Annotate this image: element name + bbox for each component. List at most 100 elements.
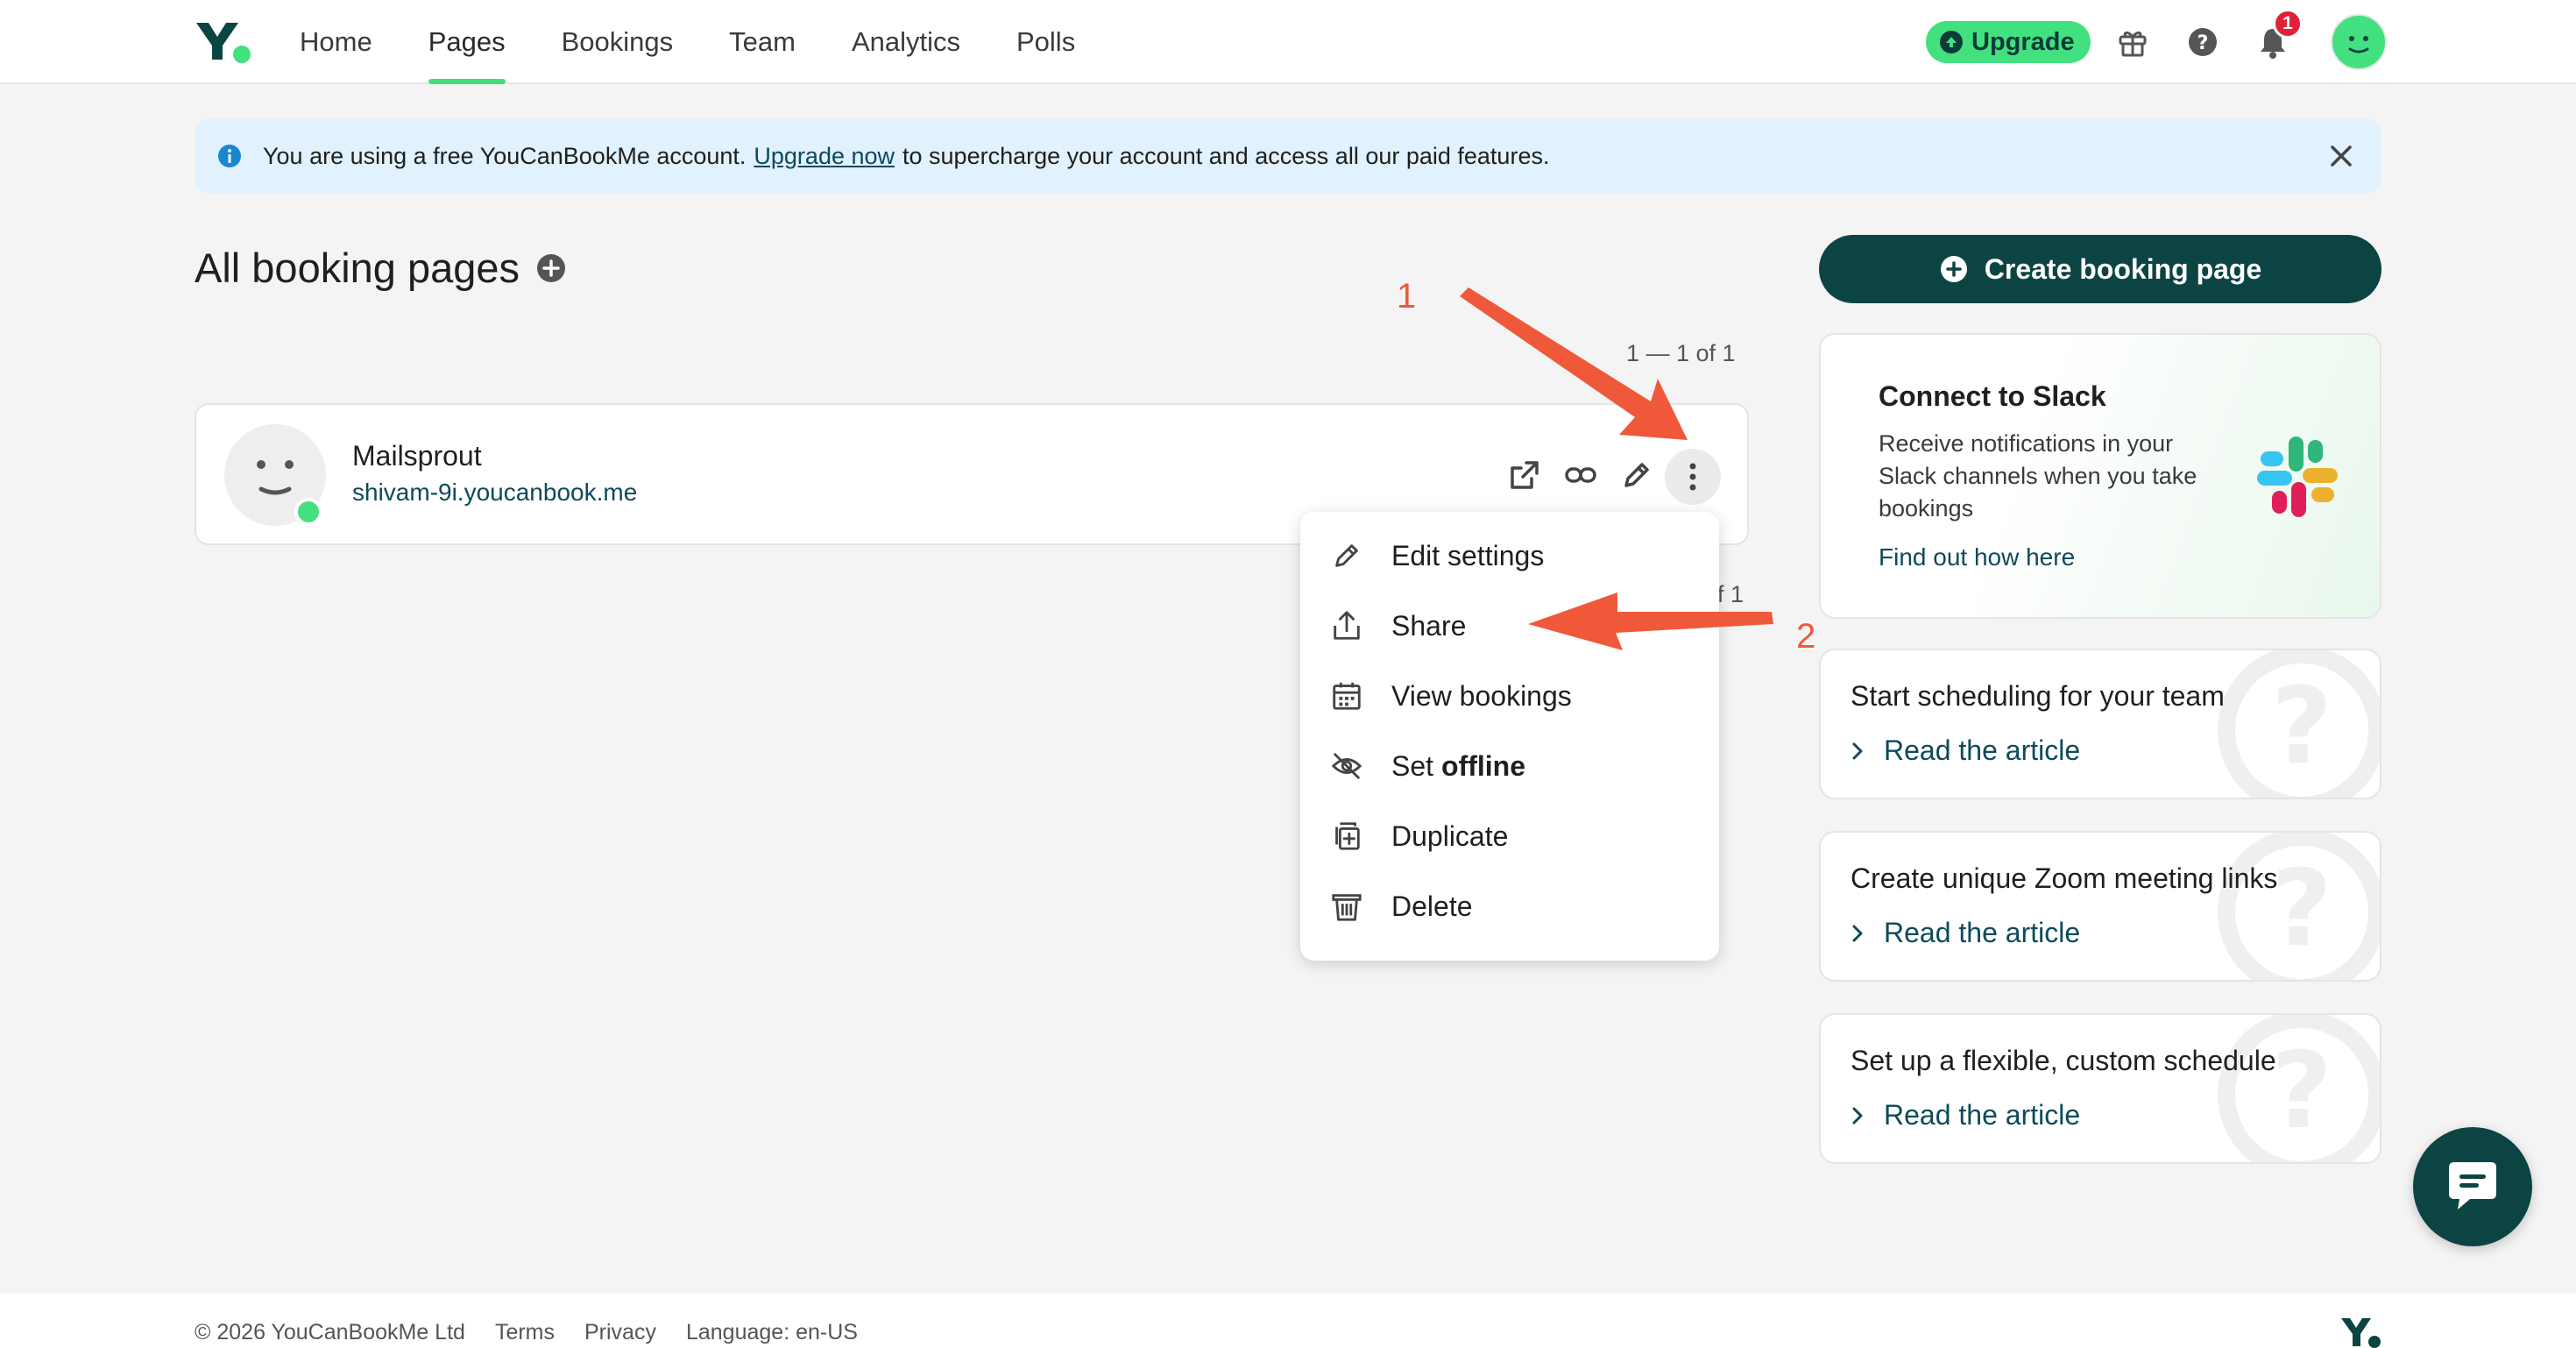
svg-text:?: ? [2271, 666, 2332, 788]
footer-privacy-link[interactable]: Privacy [584, 1320, 656, 1345]
menu-item-label: View bookings [1391, 679, 1572, 712]
menu-item-share[interactable]: Share [1300, 591, 1719, 661]
trash-icon [1330, 890, 1363, 923]
page-options-menu: Edit settings Share View bookings Set off… [1300, 512, 1719, 961]
page-title-text: All booking pages [195, 245, 520, 291]
top-navigation-bar: Home Pages Bookings Team Analytics Polls… [0, 0, 2576, 84]
create-booking-page-button[interactable]: Create booking page [1819, 235, 2381, 303]
nav-analytics[interactable]: Analytics [824, 0, 988, 84]
gift-icon[interactable] [2115, 25, 2150, 60]
pencil-icon [1330, 539, 1363, 572]
article-card[interactable]: ? Start scheduling for your team Read th… [1819, 649, 2381, 799]
copy-link-button[interactable] [1561, 456, 1600, 494]
question-watermark-icon: ? [2218, 1015, 2380, 1162]
read-article-label: Read the article [1884, 917, 2081, 948]
slack-logo-icon [2257, 436, 2338, 517]
article-title: Create unique Zoom meeting links [1851, 862, 2278, 894]
menu-item-delete[interactable]: Delete [1300, 871, 1719, 941]
svg-text:?: ? [2271, 1031, 2332, 1153]
external-link-icon [1511, 461, 1539, 489]
read-article-label: Read the article [1884, 1099, 2081, 1131]
upgrade-button[interactable]: Upgrade [1926, 21, 2091, 63]
nav-pages[interactable]: Pages [400, 0, 534, 84]
footer-links: © 2026 YouCanBookMe Ltd Terms Privacy La… [195, 1320, 858, 1345]
chevron-right-icon [1852, 742, 1863, 759]
open-external-button[interactable] [1505, 456, 1544, 494]
annotation-step-1: 1 [1397, 277, 1417, 316]
question-watermark-icon: ? [2218, 833, 2380, 980]
article-title: Start scheduling for your team [1851, 680, 2225, 712]
more-options-button[interactable] [1665, 449, 1721, 505]
free-account-banner: You are using a free YouCanBookMe accoun… [195, 119, 2381, 193]
footer-language-selector[interactable]: Language: en-US [686, 1320, 858, 1345]
chevron-right-icon [1852, 1107, 1863, 1124]
help-icon[interactable]: ? [2185, 25, 2220, 60]
pagination-count-bottom: f 1 [1717, 581, 1744, 607]
menu-item-label: Edit settings [1391, 539, 1545, 571]
create-booking-page-label: Create booking page [1984, 252, 2262, 285]
smiley-face-icon [2348, 36, 2369, 53]
article-card[interactable]: ? Create unique Zoom meeting links Read … [1819, 831, 2381, 982]
menu-item-label: Share [1391, 609, 1467, 642]
nav-team[interactable]: Team [701, 0, 824, 84]
link-icon [1565, 467, 1596, 483]
question-watermark-icon: ? [2218, 650, 2380, 798]
nav-polls[interactable]: Polls [988, 0, 1103, 84]
read-article-link[interactable]: Read the article [1851, 917, 2080, 949]
read-article-link[interactable]: Read the article [1851, 734, 2080, 767]
svg-text:?: ? [2271, 848, 2332, 970]
plus-circle-icon [1940, 256, 1967, 282]
upgrade-now-link[interactable]: Upgrade now [754, 143, 895, 170]
share-icon [1330, 609, 1363, 642]
article-card[interactable]: ? Set up a flexible, custom schedule Rea… [1819, 1013, 2381, 1164]
menu-item-edit-settings[interactable]: Edit settings [1300, 521, 1719, 591]
info-icon [218, 145, 241, 167]
slack-card-title: Connect to Slack [1879, 380, 2106, 412]
menu-item-label: Duplicate [1391, 819, 1509, 852]
eye-off-icon [1330, 749, 1363, 783]
pagination-count: 1 — 1 of 1 [1626, 340, 1736, 366]
article-title: Set up a flexible, custom schedule [1851, 1045, 2276, 1076]
menu-item-view-bookings[interactable]: View bookings [1300, 661, 1719, 731]
kebab-menu-icon [1689, 463, 1696, 491]
add-page-plus-icon[interactable] [535, 252, 567, 284]
calendar-icon [1330, 679, 1363, 713]
close-icon[interactable] [2325, 140, 2357, 172]
notification-badge: 1 [2273, 9, 2303, 39]
footer-terms-link[interactable]: Terms [495, 1320, 555, 1345]
slack-find-out-link[interactable]: Find out how here [1879, 543, 2075, 571]
menu-item-duplicate[interactable]: Duplicate [1300, 801, 1719, 871]
nav-bookings[interactable]: Bookings [534, 0, 702, 84]
booking-page-url[interactable]: shivam-9i.youcanbook.me [352, 479, 637, 507]
user-avatar[interactable] [2331, 14, 2387, 70]
chat-bubble-icon [2449, 1162, 2496, 1210]
footer-logo [2341, 1318, 2381, 1348]
footer: © 2026 YouCanBookMe Ltd Terms Privacy La… [0, 1294, 2576, 1348]
upgrade-arrow-icon [1940, 31, 1963, 53]
booking-page-avatar [224, 424, 326, 526]
menu-item-label-bold: offline [1441, 749, 1526, 782]
annotation-step-2: 2 [1796, 617, 1816, 656]
connect-slack-card: Connect to Slack Receive notifications i… [1819, 333, 2381, 619]
chat-support-button[interactable] [2413, 1127, 2532, 1246]
chevron-right-icon [1852, 925, 1863, 941]
nav-home[interactable]: Home [272, 0, 400, 84]
menu-item-set-offline[interactable]: Set offline [1300, 731, 1719, 801]
main-nav: Home Pages Bookings Team Analytics Polls [272, 0, 1103, 84]
svg-text:?: ? [2197, 32, 2209, 54]
slack-card-description: Receive notifications in your Slack chan… [1879, 430, 2197, 521]
booking-page-name[interactable]: Mailsprout [352, 440, 482, 472]
read-article-link[interactable]: Read the article [1851, 1099, 2080, 1132]
upgrade-label: Upgrade [1971, 27, 2075, 56]
banner-text-after: to supercharge your account and access a… [902, 142, 1550, 169]
pencil-icon [1624, 463, 1649, 487]
menu-item-label: Delete [1391, 890, 1473, 922]
read-article-label: Read the article [1884, 734, 2081, 766]
banner-text-before: You are using a free YouCanBookMe accoun… [263, 142, 747, 169]
footer-copyright: © 2026 YouCanBookMe Ltd [195, 1320, 465, 1344]
duplicate-icon [1330, 819, 1363, 853]
menu-item-label-prefix: Set [1391, 749, 1434, 782]
page-title: All booking pages [195, 244, 567, 292]
edit-page-button[interactable] [1617, 456, 1656, 494]
youcanbookme-logo[interactable] [195, 19, 252, 63]
